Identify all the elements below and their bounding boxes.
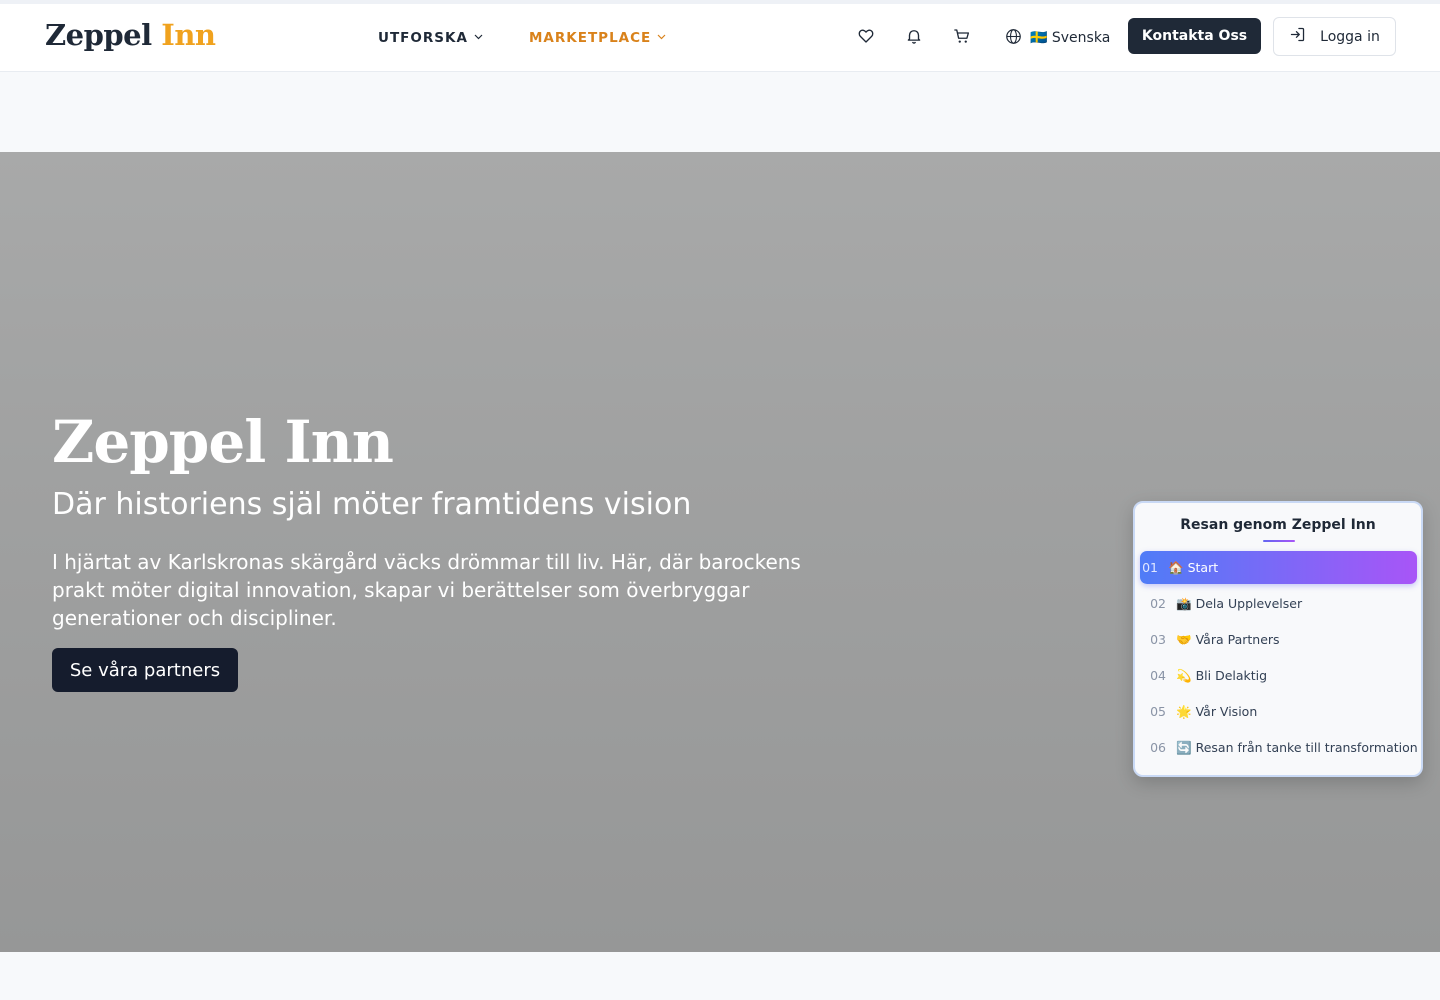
heart-icon	[857, 27, 875, 49]
journey-item-label: Vår Vision	[1195, 704, 1258, 719]
nav-marketplace-label: MARKETPLACE	[529, 30, 652, 46]
journey-item-share[interactable]: 02 📸 Dela Upplevelser	[1140, 587, 1417, 620]
globe-icon	[1005, 28, 1030, 49]
language-selector[interactable]: 🇸🇪 Svenska	[1005, 26, 1110, 50]
journey-item-number: 06	[1150, 740, 1166, 755]
journey-title-underline	[1263, 540, 1295, 542]
nav-explore[interactable]: UTFORSKA	[378, 4, 483, 72]
journey-item-label: Start	[1187, 560, 1219, 575]
logo-main: Zeppel	[45, 18, 152, 52]
journey-item-start[interactable]: 01 🏠 Start	[1140, 551, 1417, 584]
site-header: Zeppel Inn UTFORSKA MARKETPLACE 🇸🇪 Svens…	[0, 4, 1440, 72]
see-partners-button[interactable]: Se våra partners	[52, 648, 238, 692]
journey-item-transformation[interactable]: 06 🔄 Resan från tanke till transformatio…	[1140, 731, 1418, 764]
journey-item-number: 04	[1150, 668, 1166, 683]
house-icon: 🏠	[1168, 559, 1184, 575]
dizzy-star-icon: 💫	[1176, 667, 1192, 683]
chevron-down-icon	[474, 33, 483, 43]
journey-item-number: 03	[1150, 632, 1166, 647]
hero-title: Zeppel Inn	[52, 408, 394, 476]
journey-item-label: Dela Upplevelser	[1195, 596, 1303, 611]
hero-description: I hjärtat av Karlskronas skärgård väcks …	[52, 550, 801, 630]
logo-accent: Inn	[161, 18, 216, 52]
site-logo[interactable]: Zeppel Inn	[45, 18, 216, 52]
glowing-star-icon: 🌟	[1176, 703, 1192, 719]
journey-item-partners[interactable]: 03 🤝 Våra Partners	[1140, 623, 1417, 656]
journey-item-number: 01	[1142, 560, 1158, 575]
journey-item-number: 02	[1150, 596, 1166, 611]
journey-item-vision[interactable]: 05 🌟 Vår Vision	[1140, 695, 1417, 728]
journey-title: Resan genom Zeppel Inn	[1180, 517, 1376, 533]
journey-item-label: Bli Delaktig	[1195, 668, 1268, 683]
journey-item-number: 05	[1150, 704, 1166, 719]
chevron-down-icon	[657, 33, 666, 43]
journey-item-get-involved[interactable]: 04 💫 Bli Delaktig	[1140, 659, 1417, 692]
journey-navigator: Resan genom Zeppel Inn 01 🏠 Start 02 📸 D…	[1133, 501, 1423, 777]
handshake-icon: 🤝	[1176, 631, 1192, 647]
login-label: Logga in	[1320, 28, 1380, 45]
journey-item-label: Resan från tanke till transformation	[1195, 740, 1418, 755]
login-button[interactable]: Logga in	[1273, 17, 1396, 56]
journey-item-label: Våra Partners	[1195, 632, 1280, 647]
favorites-button[interactable]	[854, 26, 878, 50]
refresh-icon: 🔄	[1176, 739, 1192, 755]
login-icon	[1289, 26, 1320, 47]
language-label: 🇸🇪 Svenska	[1030, 30, 1111, 46]
bell-icon	[905, 27, 923, 49]
camera-flash-icon: 📸	[1176, 595, 1192, 611]
nav-explore-label: UTFORSKA	[378, 30, 468, 46]
cart-icon	[953, 27, 971, 49]
contact-button[interactable]: Kontakta Oss	[1128, 18, 1261, 54]
nav-marketplace[interactable]: MARKETPLACE	[529, 4, 666, 72]
cart-button[interactable]	[950, 26, 974, 50]
notifications-button[interactable]	[902, 26, 926, 50]
hero-subtitle: Där historiens själ möter framtidens vis…	[52, 487, 692, 522]
